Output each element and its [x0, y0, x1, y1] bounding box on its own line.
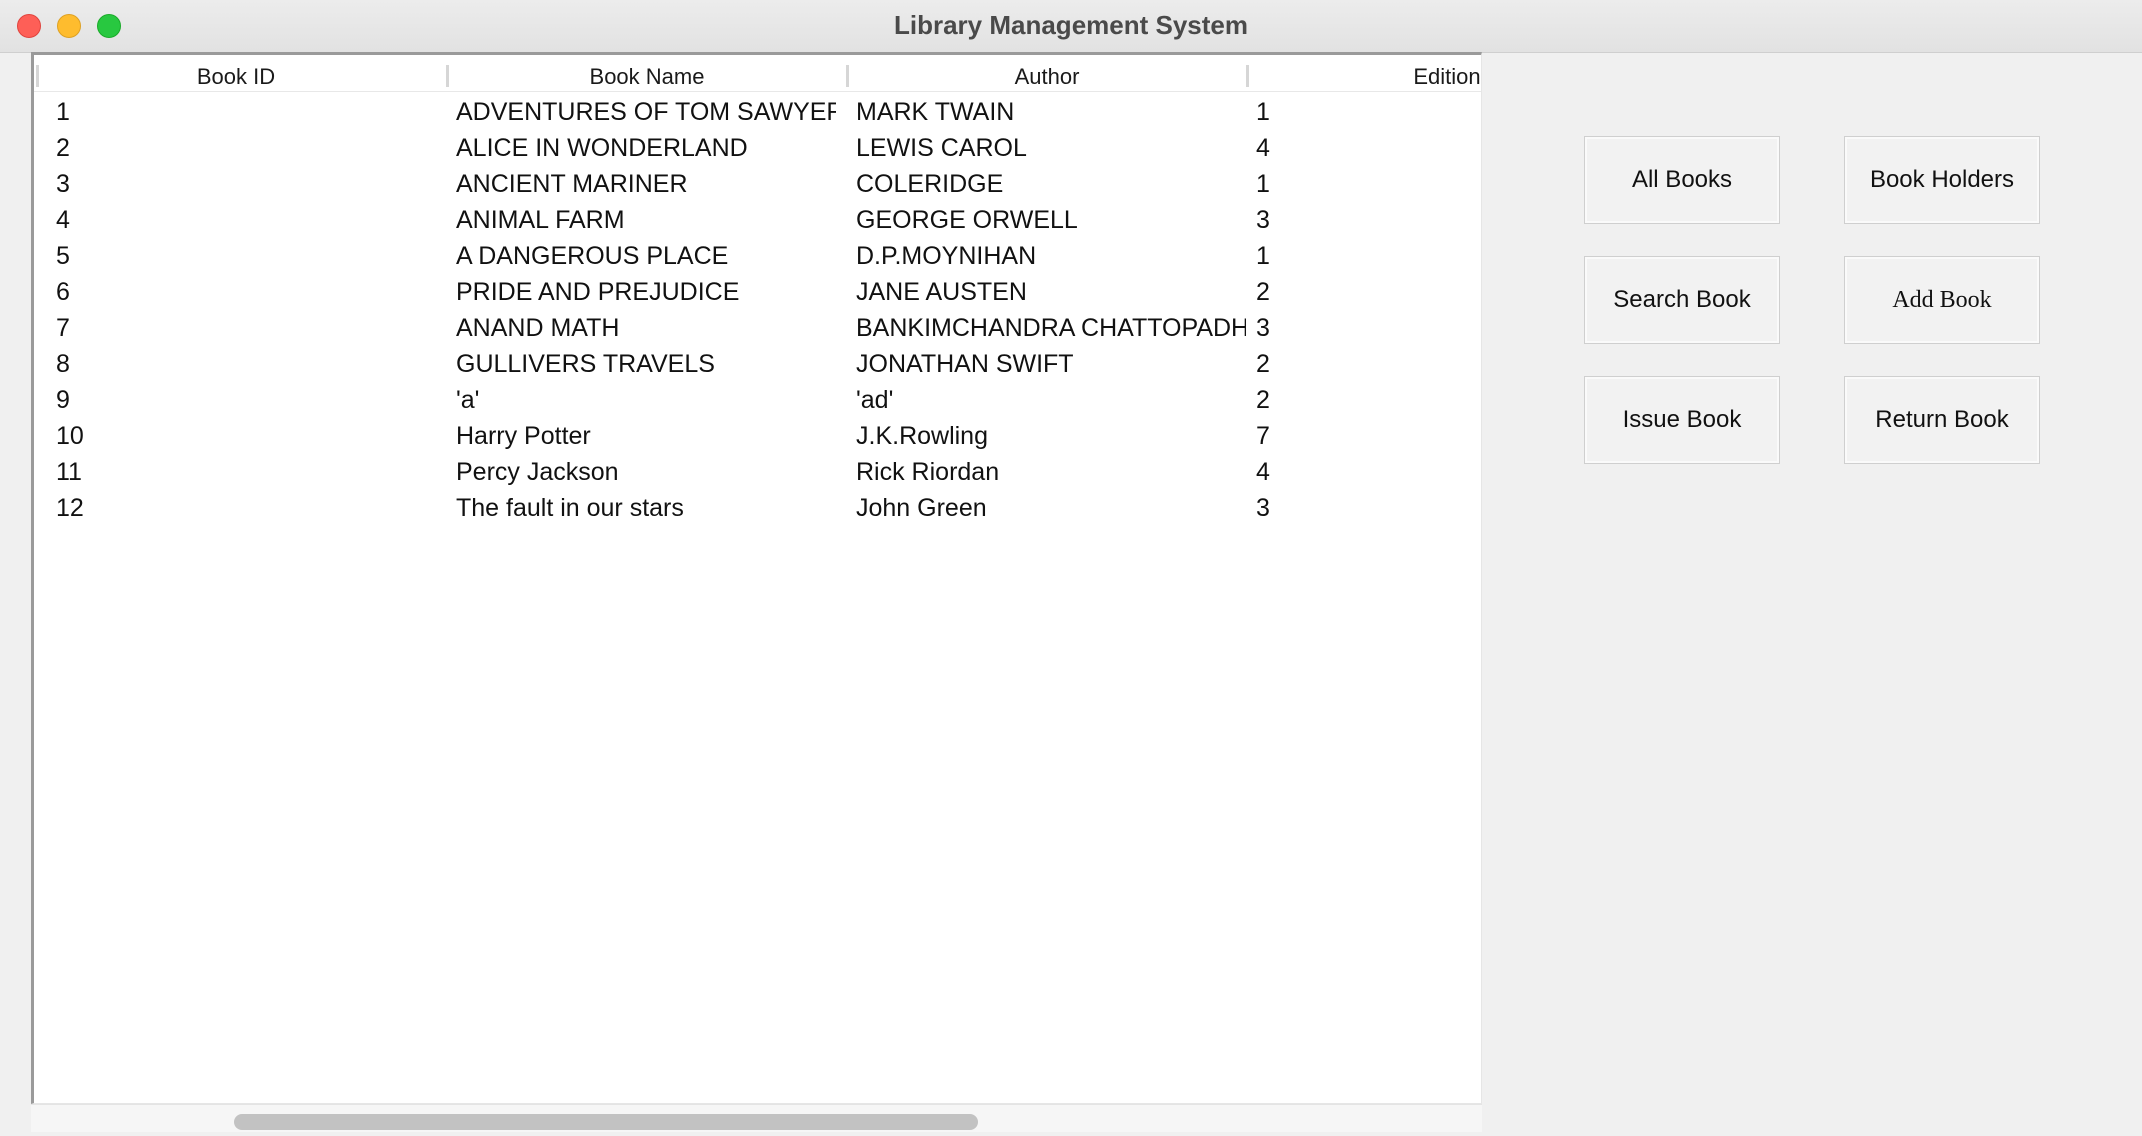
title-bar: Library Management System [0, 0, 2142, 53]
cell-author: Rick Riordan [856, 458, 1000, 486]
cell-book-id: 3 [56, 170, 70, 198]
cell-book-name: ALICE IN WONDERLAND [456, 134, 748, 162]
table-header: Book ID Book Name Author Edition [34, 63, 1481, 92]
cell-book-name: GULLIVERS TRAVELS [456, 350, 715, 378]
cell-edition: 3 [1256, 494, 1270, 522]
cell-author: D.P.MOYNIHAN [856, 242, 1037, 270]
table-row[interactable]: 8 GULLIVERS TRAVELS JONATHAN SWIFT 2 [34, 346, 1481, 382]
cell-author: BANKIMCHANDRA CHATTOPADHYAY [856, 314, 1246, 342]
cell-book-name: Percy Jackson [456, 458, 619, 486]
cell-edition: 1 [1256, 242, 1270, 270]
book-holders-button[interactable]: Book Holders [1844, 136, 2040, 224]
cell-book-name: ANIMAL FARM [456, 206, 625, 234]
table-row[interactable]: 5 A DANGEROUS PLACE D.P.MOYNIHAN 1 [34, 238, 1481, 274]
cell-author: LEWIS CAROL [856, 134, 1027, 162]
table-row[interactable]: 12 The fault in our stars John Green 3 [34, 490, 1481, 526]
return-book-button[interactable]: Return Book [1844, 376, 2040, 464]
cell-author: MARK TWAIN [856, 98, 1015, 126]
table-row[interactable]: 4 ANIMAL FARM GEORGE ORWELL 3 [34, 202, 1481, 238]
issue-book-button[interactable]: Issue Book [1584, 376, 1780, 464]
column-header-book-name[interactable]: Book Name [448, 63, 846, 91]
cell-book-id: 4 [56, 206, 70, 234]
cell-book-id: 10 [56, 422, 84, 450]
cell-book-id: 12 [56, 494, 84, 522]
cell-book-id: 5 [56, 242, 70, 270]
cell-edition: 3 [1256, 314, 1270, 342]
cell-book-name: 'a' [456, 386, 480, 414]
column-header-author[interactable]: Author [848, 63, 1246, 91]
column-header-book-id[interactable]: Book ID [38, 63, 434, 91]
table-row[interactable]: 7 ANAND MATH BANKIMCHANDRA CHATTOPADHYAY… [34, 310, 1481, 346]
cell-book-id: 11 [56, 458, 82, 486]
cell-author: JANE AUSTEN [856, 278, 1027, 306]
add-book-button[interactable]: Add Book [1844, 256, 2040, 344]
table-body: 1 ADVENTURES OF TOM SAWYER MARK TWAIN 1 … [34, 94, 1481, 526]
cell-book-name: A DANGEROUS PLACE [456, 242, 729, 270]
cell-edition: 4 [1256, 134, 1270, 162]
cell-book-id: 6 [56, 278, 70, 306]
cell-book-name: ADVENTURES OF TOM SAWYER [456, 98, 836, 126]
cell-edition: 3 [1256, 206, 1270, 234]
table-row[interactable]: 9 'a' 'ad' 2 [34, 382, 1481, 418]
table-row[interactable]: 1 ADVENTURES OF TOM SAWYER MARK TWAIN 1 [34, 94, 1481, 130]
cell-edition: 7 [1256, 422, 1270, 450]
cell-book-id: 9 [56, 386, 70, 414]
table-row[interactable]: 6 PRIDE AND PREJUDICE JANE AUSTEN 2 [34, 274, 1481, 310]
cell-edition: 1 [1256, 98, 1270, 126]
table-row[interactable]: 2 ALICE IN WONDERLAND LEWIS CAROL 4 [34, 130, 1481, 166]
window-title: Library Management System [893, 10, 1248, 40]
cell-edition: 2 [1256, 386, 1270, 414]
cell-book-name: ANCIENT MARINER [456, 170, 688, 198]
cell-author: John Green [856, 494, 987, 522]
column-header-edition[interactable]: Edition [1248, 63, 1481, 91]
cell-edition: 2 [1256, 350, 1270, 378]
cell-book-name: PRIDE AND PREJUDICE [456, 278, 740, 306]
cell-edition: 1 [1256, 170, 1270, 198]
cell-author: 'ad' [856, 386, 894, 414]
scrollbar-thumb[interactable] [234, 1114, 978, 1130]
cell-author: JONATHAN SWIFT [856, 350, 1074, 378]
cell-author: COLERIDGE [856, 170, 1004, 198]
table-row[interactable]: 10 Harry Potter J.K.Rowling 7 [34, 418, 1481, 454]
cell-edition: 2 [1256, 278, 1270, 306]
cell-book-id: 7 [56, 314, 70, 342]
search-book-button[interactable]: Search Book [1584, 256, 1780, 344]
cell-book-id: 2 [56, 134, 70, 162]
horizontal-scrollbar[interactable] [31, 1104, 1482, 1132]
table-row[interactable]: 3 ANCIENT MARINER COLERIDGE 1 [34, 166, 1481, 202]
cell-book-name: Harry Potter [456, 422, 591, 450]
cell-author: GEORGE ORWELL [856, 206, 1078, 234]
cell-book-id: 1 [56, 98, 70, 126]
cell-book-name: The fault in our stars [456, 494, 684, 522]
all-books-button[interactable]: All Books [1584, 136, 1780, 224]
table-row[interactable]: 11 Percy Jackson Rick Riordan 4 [34, 454, 1481, 490]
cell-book-name: ANAND MATH [456, 314, 620, 342]
cell-book-id: 8 [56, 350, 70, 378]
cell-author: J.K.Rowling [856, 422, 988, 450]
books-table[interactable]: Book ID Book Name Author Edition 1 ADVEN… [31, 52, 1482, 1104]
cell-edition: 4 [1256, 458, 1270, 486]
